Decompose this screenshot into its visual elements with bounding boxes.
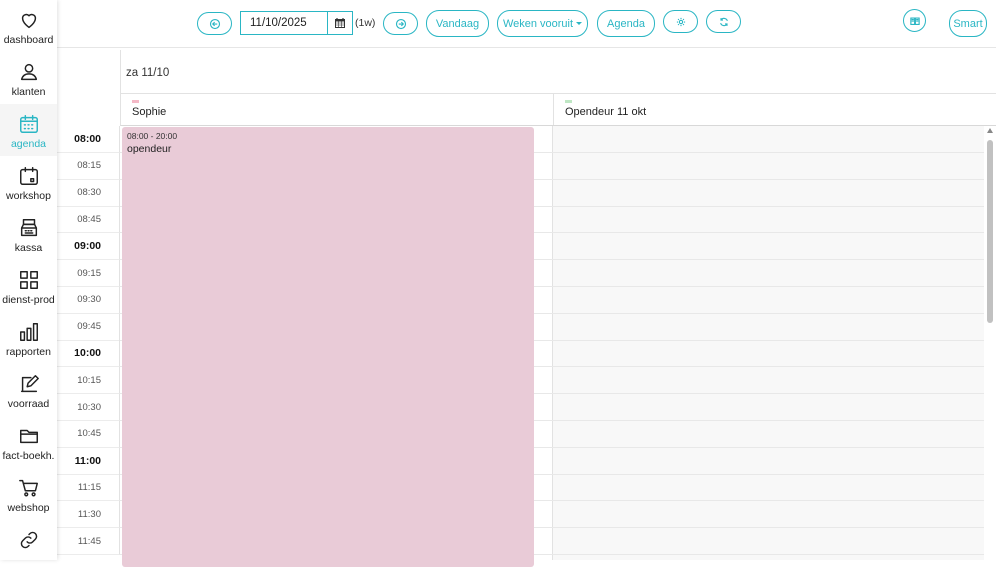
nav-label: webshop [7,502,50,514]
time-slot-label: 08:00 [57,126,120,153]
nav-label: agenda [10,138,47,150]
time-slot-label: 09:15 [57,260,120,287]
nav-item-webshop[interactable]: webshop [0,468,57,520]
agenda-button[interactable]: Agenda [597,10,655,37]
today-label: Vandaag [435,17,480,30]
time-slot-label: 11:45 [57,528,120,555]
next-day-button[interactable] [383,12,418,35]
nav-item-fact-boekh[interactable]: fact-boekh. [0,416,57,468]
time-slot-label: 11:30 [57,501,120,529]
grid-icon [19,271,38,289]
folder-icon [19,429,38,444]
today-button[interactable]: Vandaag [426,10,489,37]
time-slot-label: 11:00 [57,447,120,475]
bar-chart-icon [19,323,38,341]
date-picker [240,11,353,35]
time-slot-label: 08:45 [57,206,120,234]
resource-color-swatch [132,100,139,103]
edit-icon [20,375,39,393]
toolbar: (1w) Vandaag Weken vooruit Agenda Smart [57,0,996,48]
nav-label: kassa [14,242,43,254]
nav-label: rapporten [6,346,51,358]
nav-item-rapporten[interactable]: rapporten [0,312,57,364]
time-slot-label: 11:15 [57,474,120,502]
nav-item-kassa[interactable]: kassa [0,208,57,260]
resource-name: Sophie [132,106,167,118]
time-slot-label: 09:00 [57,233,120,261]
resource-name: Opendeur 11 okt [565,106,647,118]
nav-item-link[interactable] [0,520,57,572]
time-grid: 08:00 08:15 08:30 08:45 09:00 09:15 09:30 09:45… [57,126,984,567]
resource-column-header[interactable]: Opendeur 11 okt [554,94,996,125]
event-time: 08:00 - 20:00 [127,131,178,141]
cash-register-icon [20,219,37,237]
nav-item-agenda[interactable]: agenda [0,104,57,156]
settings-button[interactable] [663,10,698,33]
nav-label: dashboard [3,34,54,46]
nav-item-dienst-prod[interactable]: dienst-prod [0,260,57,312]
weeks-ahead-label: Weken vooruit [502,17,574,30]
day-header: za 11/10 [120,50,996,94]
nav-item-workshop[interactable]: workshop [0,156,57,208]
refresh-icon [719,17,728,26]
scroll-up-arrow-icon[interactable] [987,128,993,133]
gear-icon [676,17,685,26]
calendar-picker-button[interactable] [327,12,352,34]
arrow-left-circle-icon [209,18,220,29]
cart-icon [18,479,38,497]
heart-icon [21,13,36,29]
weeks-ahead-dropdown[interactable]: Weken vooruit [497,10,588,37]
book-button[interactable] [903,9,926,32]
calendar-icon [19,115,38,133]
week-indicator: (1w) [355,17,376,29]
calendar-view: za 11/10 Sophie Opendeur 11 okt 08:00 08:… [57,49,996,567]
event-title: opendeur [127,143,172,155]
smart-label: Smart [953,17,983,30]
nav-label: workshop [6,190,51,202]
calendar-icon [335,18,345,28]
sidebar-nav: dashboard klanten agenda workshop kassa … [0,0,57,560]
day-label: za 11/10 [126,67,170,79]
scroll-thumb[interactable] [987,140,993,323]
agenda-label: Agenda [607,17,645,30]
nav-label: klanten [11,86,46,98]
caret-down-icon [576,22,583,25]
date-input[interactable] [241,12,327,34]
time-slot-label: 10:15 [57,367,120,395]
resource-header: Sophie Opendeur 11 okt [120,94,996,126]
workshop-calendar-icon [19,167,38,185]
time-slot-label: 08:15 [57,152,120,180]
refresh-button[interactable] [706,10,741,33]
nav-label: voorraad [7,398,50,410]
time-slot-label: 09:45 [57,313,120,341]
time-slot-label: 08:30 [57,179,120,207]
resource-color-swatch [565,100,572,103]
prev-day-button[interactable] [197,12,232,35]
link-icon [20,531,37,549]
calendar-event[interactable]: 08:00 - 20:00 opendeur [122,127,534,567]
time-slot-label: 10:30 [57,394,120,421]
time-slot-label: 10:45 [57,420,120,448]
arrow-right-circle-icon [395,18,406,29]
resource-column-header[interactable]: Sophie [121,94,553,125]
nav-label: fact-boekh. [2,450,55,462]
smart-button[interactable]: Smart [949,10,987,37]
time-slot-label: 09:30 [57,286,120,314]
nav-item-dashboard[interactable]: dashboard [0,0,57,52]
user-icon [20,63,37,81]
time-slot-label: 10:00 [57,340,120,368]
nav-item-voorraad[interactable]: voorraad [0,364,57,416]
vertical-scrollbar[interactable] [984,126,996,560]
nav-item-klanten[interactable]: klanten [0,52,57,104]
nav-label: dienst-prod [2,294,55,306]
book-icon [909,16,920,25]
